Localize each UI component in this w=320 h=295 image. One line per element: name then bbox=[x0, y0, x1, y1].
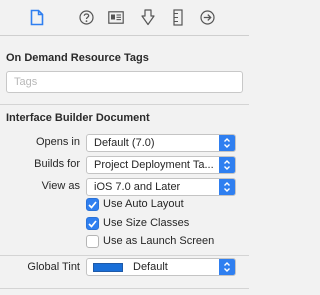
section-divider bbox=[0, 288, 249, 289]
tint-color-swatch bbox=[93, 263, 123, 272]
use-auto-layout-label: Use Auto Layout bbox=[103, 198, 184, 210]
view-as-popup[interactable]: iOS 7.0 and Later bbox=[86, 178, 236, 196]
opens-in-value: Default (7.0) bbox=[94, 137, 155, 149]
on-demand-resource-tags-heading: On Demand Resource Tags bbox=[6, 52, 149, 64]
attributes-icon[interactable] bbox=[137, 7, 159, 27]
builds-for-value: Project Deployment Ta... bbox=[94, 159, 214, 171]
global-tint-label: Global Tint bbox=[27, 261, 80, 273]
identity-icon[interactable] bbox=[105, 7, 127, 27]
opens-in-popup[interactable]: Default (7.0) bbox=[86, 134, 236, 152]
global-tint-value: Default bbox=[133, 261, 168, 273]
chevron-updown-icon bbox=[219, 179, 235, 195]
chevron-updown-icon bbox=[219, 259, 235, 275]
checkmark-icon bbox=[86, 217, 99, 230]
file-inspector-icon[interactable] bbox=[26, 7, 48, 27]
opens-in-label: Opens in bbox=[35, 136, 80, 148]
connections-icon[interactable] bbox=[196, 7, 218, 27]
global-tint-popup[interactable]: Default bbox=[86, 258, 236, 276]
builds-for-popup[interactable]: Project Deployment Ta... bbox=[86, 156, 236, 174]
section-divider bbox=[0, 255, 249, 256]
use-size-classes-label: Use Size Classes bbox=[103, 217, 190, 229]
checkmark-icon bbox=[86, 198, 99, 211]
view-as-value: iOS 7.0 and Later bbox=[94, 181, 181, 193]
view-as-label: View as bbox=[41, 180, 80, 192]
chevron-updown-icon bbox=[219, 157, 235, 173]
use-as-launch-screen-label: Use as Launch Screen bbox=[103, 235, 215, 247]
section-divider bbox=[0, 104, 249, 105]
chevron-updown-icon bbox=[219, 135, 235, 151]
interface-builder-document-heading: Interface Builder Document bbox=[6, 112, 150, 124]
size-icon[interactable] bbox=[167, 7, 189, 27]
builds-for-label: Builds for bbox=[34, 158, 80, 170]
quick-help-icon[interactable] bbox=[75, 7, 97, 27]
inspector-toolbar bbox=[0, 0, 249, 36]
tags-input[interactable] bbox=[6, 71, 243, 93]
